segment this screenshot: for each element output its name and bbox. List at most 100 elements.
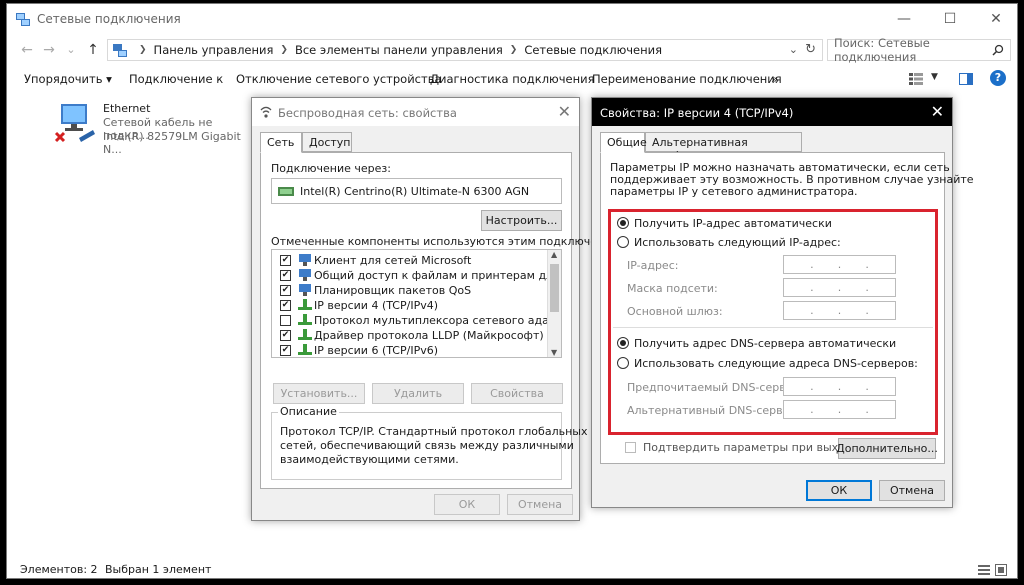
search-placeholder: Поиск: Сетевые подключения <box>834 36 930 64</box>
component-checkbox[interactable]: ✔ <box>280 285 291 296</box>
cancel-button[interactable]: Отмена <box>879 480 945 501</box>
description-label: Описание <box>278 405 339 418</box>
gateway-field[interactable]: . . . <box>783 301 896 320</box>
close-button[interactable]: ✕ <box>973 4 1019 34</box>
tab-sharing[interactable]: Доступ <box>302 132 352 152</box>
breadcrumb-all-items[interactable]: Все элементы панели управления <box>295 43 503 57</box>
ip-dot: . <box>837 403 842 416</box>
manual-dns-label[interactable]: Использовать следующие адреса DNS-сервер… <box>634 357 918 370</box>
network-service-icon <box>299 269 311 281</box>
component-label: Общий доступ к файлам и принтерам для се… <box>314 269 561 282</box>
configure-button[interactable]: Настроить... <box>481 210 562 231</box>
breadcrumb-separator[interactable]: ❯ <box>139 45 147 55</box>
tab-general[interactable]: Общие <box>600 132 647 153</box>
alternate-dns-field[interactable]: . . . <box>783 400 896 419</box>
manual-ip-radio[interactable] <box>617 236 629 248</box>
auto-dns-label[interactable]: Получить адрес DNS-сервера автоматически <box>634 337 896 350</box>
refresh-button[interactable]: ↻ <box>805 42 816 57</box>
preview-pane-icon[interactable] <box>959 73 973 85</box>
disable-device-button[interactable]: Отключение сетевого устройства <box>236 72 442 86</box>
install-button[interactable]: Установить... <box>273 383 365 404</box>
components-list[interactable]: ✔ Клиент для сетей Microsoft ✔ Общий дос… <box>271 249 562 358</box>
component-row[interactable]: ✔ IP версии 4 (TCP/IPv4) <box>280 298 540 313</box>
component-checkbox[interactable]: ✔ <box>280 255 291 266</box>
adapter-ethernet[interactable]: Ethernet Сетевой кабель не подкл... Inte… <box>51 102 251 156</box>
view-dropdown-icon[interactable]: ▼ <box>931 72 938 82</box>
scroll-up-icon[interactable]: ▲ <box>551 250 557 259</box>
component-row[interactable]: Протокол мультиплексора сетевого адаптер… <box>280 313 561 328</box>
component-checkbox[interactable]: ✔ <box>280 345 291 356</box>
description-line: Протокол TCP/IP. Стандартный протокол гл… <box>280 425 588 438</box>
help-icon[interactable]: ? <box>990 70 1006 86</box>
tab-alternate-config[interactable]: Альтернативная конфигурация <box>645 132 802 162</box>
dialog-close-button[interactable]: ✕ <box>931 102 944 121</box>
breadcrumb-network-connections[interactable]: Сетевые подключения <box>524 43 662 57</box>
auto-ip-label[interactable]: Получить IP-адрес автоматически <box>634 217 832 230</box>
view-options-icon[interactable] <box>909 73 923 85</box>
connect-to-button[interactable]: Подключение к <box>129 72 223 86</box>
scroll-down-icon[interactable]: ▼ <box>551 348 557 357</box>
component-checkbox[interactable]: ✔ <box>280 270 291 281</box>
preferred-dns-field[interactable]: . . . <box>783 377 896 396</box>
dialog-title: Беспроводная сеть: свойства <box>278 106 457 120</box>
rename-button[interactable]: Переименование подключения <box>592 72 782 86</box>
component-checkbox[interactable]: ✔ <box>280 330 291 341</box>
component-row[interactable]: ✔ IP версии 6 (TCP/IPv6) <box>280 343 540 357</box>
dialog-close-button[interactable]: ✕ <box>558 102 571 121</box>
section-divider <box>613 327 933 328</box>
component-row[interactable]: ✔ Планировщик пакетов QoS <box>280 283 540 298</box>
auto-dns-radio[interactable] <box>617 337 629 349</box>
large-icons-view-icon[interactable] <box>995 564 1007 576</box>
gateway-label: Основной шлюз: <box>627 305 723 318</box>
scrollbar-thumb[interactable] <box>550 264 559 312</box>
subnet-mask-field[interactable]: . . . <box>783 278 896 297</box>
ip-dot: . <box>810 403 814 416</box>
network-client-icon <box>299 254 311 266</box>
minimize-button[interactable]: — <box>881 4 927 34</box>
breadcrumb-separator[interactable]: ❯ <box>280 45 288 55</box>
component-row[interactable]: ✔ Общий доступ к файлам и принтерам для … <box>280 268 561 283</box>
ip-dot: . <box>810 281 814 294</box>
breadcrumb-separator[interactable]: ❯ <box>510 45 518 55</box>
dialog-title-bar: Беспроводная сеть: свойства ✕ <box>252 98 579 126</box>
address-dropdown-button[interactable]: ⌄ <box>789 43 798 56</box>
more-commands-button[interactable]: » <box>771 72 778 86</box>
advanced-button[interactable]: Дополнительно... <box>836 438 938 459</box>
manual-dns-radio[interactable] <box>617 357 629 369</box>
tab-network[interactable]: Сеть <box>260 132 302 153</box>
window-title: Сетевые подключения <box>37 12 181 26</box>
ip-dot: . <box>865 304 869 317</box>
maximize-button[interactable]: ☐ <box>927 4 973 34</box>
control-panel-icon <box>113 44 127 57</box>
address-box[interactable]: ❯ Панель управления ❯ Все элементы панел… <box>107 39 823 61</box>
details-view-icon[interactable] <box>978 564 990 576</box>
validate-label[interactable]: Подтвердить параметры при выходе <box>643 441 859 454</box>
component-checkbox[interactable] <box>280 315 291 326</box>
search-input[interactable]: Поиск: Сетевые подключения <box>827 36 1011 64</box>
cancel-button[interactable]: Отмена <box>507 494 573 515</box>
ip-address-field[interactable]: . . . <box>783 255 896 274</box>
forward-button[interactable]: → <box>39 41 59 59</box>
component-row[interactable]: ✔ Драйвер протокола LLDP (Майкрософт) <box>280 328 544 343</box>
ok-button[interactable]: ОК <box>434 494 500 515</box>
component-label: IP версии 6 (TCP/IPv6) <box>314 344 439 357</box>
recent-locations-button[interactable]: ⌄ <box>61 41 81 59</box>
uninstall-button[interactable]: Удалить <box>372 383 464 404</box>
properties-button[interactable]: Свойства <box>471 383 563 404</box>
component-row[interactable]: ✔ Клиент для сетей Microsoft <box>280 253 540 268</box>
validate-checkbox[interactable] <box>625 442 636 453</box>
component-checkbox[interactable]: ✔ <box>280 300 291 311</box>
organize-menu[interactable]: Упорядочить ▾ <box>24 72 112 86</box>
breadcrumb-control-panel[interactable]: Панель управления <box>154 43 274 57</box>
manual-ip-label[interactable]: Использовать следующий IP-адрес: <box>634 236 841 249</box>
diagnose-button[interactable]: Диагностика подключения <box>430 72 595 86</box>
component-label: IP версии 4 (TCP/IPv4) <box>314 299 439 312</box>
ok-button[interactable]: ОК <box>806 480 872 501</box>
network-protocol-icon <box>298 329 312 340</box>
auto-ip-radio[interactable] <box>617 217 629 229</box>
wireless-network-icon <box>260 106 272 118</box>
back-button[interactable]: ← <box>17 41 37 59</box>
up-button[interactable]: ↑ <box>83 41 103 59</box>
components-scrollbar[interactable]: ▲ ▼ <box>547 250 561 357</box>
ip-dot: . <box>810 380 814 393</box>
